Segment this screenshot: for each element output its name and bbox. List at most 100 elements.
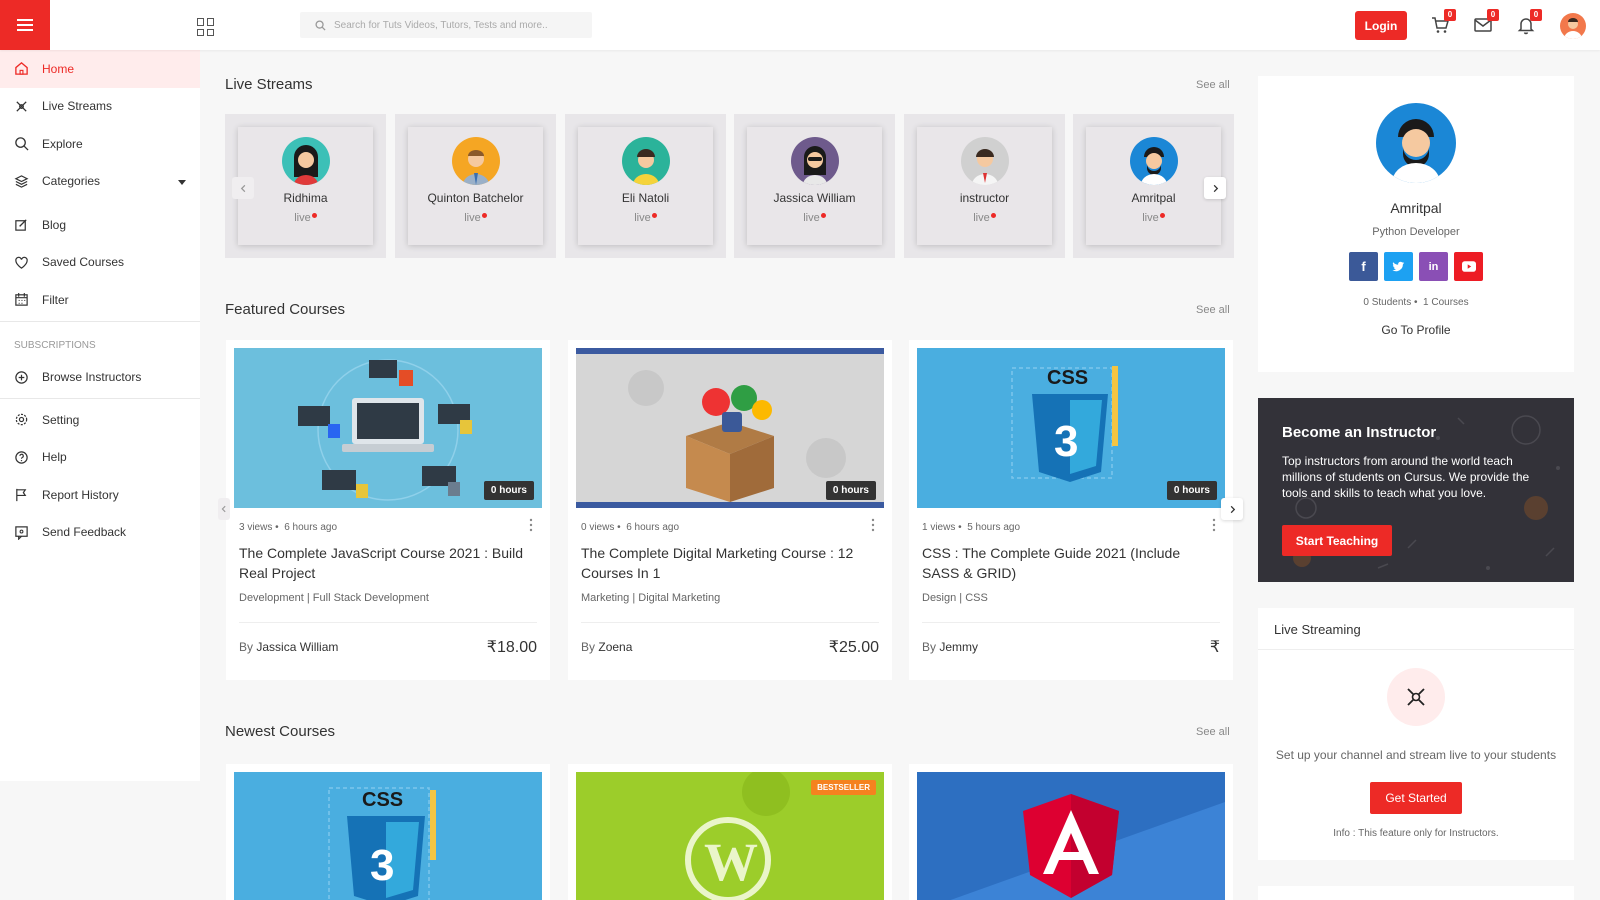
apps-grid-icon[interactable] bbox=[197, 18, 215, 36]
flag-icon bbox=[16, 489, 27, 502]
angular-illustration bbox=[917, 772, 1225, 900]
stream-card-inner: Jassica William live bbox=[747, 127, 882, 245]
male-avatar-icon bbox=[1392, 119, 1440, 183]
sidebar-item-browse-instructors[interactable]: Browse Instructors bbox=[0, 359, 200, 397]
stream-card-instructor[interactable]: instructor live bbox=[904, 114, 1065, 258]
profile-name[interactable]: Amritpal bbox=[1258, 200, 1574, 216]
hamburger-icon bbox=[17, 24, 33, 26]
course-card[interactable]: CSS 3 0 hours 1 views • 5 hours ago CSS … bbox=[909, 340, 1233, 680]
stream-card-inner: Amritpal live bbox=[1086, 127, 1221, 245]
sidebar-item-blog[interactable]: Blog bbox=[0, 206, 200, 244]
course-category[interactable]: Marketing | Digital Marketing bbox=[581, 592, 720, 604]
sidebar-item-live-streams[interactable]: Live Streams bbox=[0, 88, 200, 126]
course-author[interactable]: By Jemmy bbox=[922, 640, 978, 654]
cart-button[interactable]: 0 bbox=[1430, 9, 1456, 35]
course-category[interactable]: Design | CSS bbox=[922, 592, 988, 604]
course-card[interactable] bbox=[909, 764, 1233, 900]
more-options-icon[interactable] bbox=[871, 518, 875, 532]
stream-card-quinton-batchelor[interactable]: Quinton Batchelor live bbox=[395, 114, 556, 258]
course-card[interactable]: CSS 3 bbox=[226, 764, 550, 900]
search-bar[interactable] bbox=[300, 12, 592, 38]
sidebar-item-saved-courses[interactable]: Saved Courses bbox=[0, 244, 200, 282]
linkedin-icon: in bbox=[1428, 260, 1439, 273]
menu-toggle-button[interactable] bbox=[0, 0, 50, 50]
course-meta: 1 views • 5 hours ago bbox=[922, 522, 1021, 533]
live-dot-icon bbox=[311, 213, 317, 218]
sidebar-item-report-history[interactable]: Report History bbox=[0, 476, 200, 514]
sidebar-item-label: Saved Courses bbox=[42, 255, 125, 270]
facebook-button[interactable]: f bbox=[1349, 252, 1378, 281]
course-category[interactable]: Development | Full Stack Development bbox=[239, 592, 429, 604]
stream-card-inner: instructor live bbox=[917, 127, 1052, 245]
profile-avatar[interactable] bbox=[1376, 103, 1456, 183]
sidebar-item-setting[interactable]: Setting bbox=[0, 401, 200, 439]
stream-icon-circle bbox=[1387, 668, 1445, 726]
featured-prev-button[interactable] bbox=[218, 498, 230, 520]
sidebar: Home Live Streams Explore Categories Blo… bbox=[0, 50, 200, 781]
start-teaching-button[interactable]: Start Teaching bbox=[1282, 525, 1392, 556]
login-button[interactable]: Login bbox=[1355, 11, 1407, 40]
search-input[interactable] bbox=[334, 19, 574, 31]
streamer-name: Quinton Batchelor bbox=[427, 191, 524, 205]
male-avatar-icon bbox=[971, 149, 998, 185]
chevron-down-icon[interactable] bbox=[178, 179, 186, 185]
newest-see-all-link[interactable]: See all bbox=[1196, 726, 1230, 738]
get-started-button[interactable]: Get Started bbox=[1370, 782, 1462, 814]
streams-next-button[interactable] bbox=[1204, 177, 1226, 199]
stream-card-jassica-william[interactable]: Jassica William live bbox=[734, 114, 895, 258]
course-thumbnail[interactable]: CSS 3 bbox=[234, 772, 542, 900]
course-thumbnail[interactable]: 0 hours bbox=[576, 348, 884, 508]
streamer-avatar bbox=[451, 137, 500, 185]
live-indicator: live bbox=[917, 212, 1052, 224]
messages-button[interactable]: 0 bbox=[1473, 9, 1499, 35]
notifications-button[interactable]: 0 bbox=[1516, 9, 1542, 35]
sidebar-item-help[interactable]: Help bbox=[0, 439, 200, 477]
streamer-name: Ridhima bbox=[283, 191, 328, 205]
streamer-avatar bbox=[960, 137, 1009, 185]
course-title[interactable]: The Complete JavaScript Course 2021 : Bu… bbox=[239, 543, 535, 583]
featured-see-all-link[interactable]: See all bbox=[1196, 304, 1230, 316]
streams-prev-button[interactable] bbox=[232, 177, 254, 199]
course-author[interactable]: By Zoena bbox=[581, 640, 632, 654]
search-icon bbox=[15, 137, 29, 151]
stream-card-eli-natoli[interactable]: Eli Natoli live bbox=[565, 114, 726, 258]
sidebar-item-filter[interactable]: Filter bbox=[0, 281, 200, 319]
twitter-button[interactable] bbox=[1384, 252, 1413, 281]
youtube-button[interactable] bbox=[1454, 252, 1483, 281]
course-card[interactable]: W BESTSELLER bbox=[568, 764, 892, 900]
course-thumbnail[interactable]: W BESTSELLER bbox=[576, 772, 884, 900]
messages-badge: 0 bbox=[1487, 9, 1499, 21]
sidebar-item-send-feedback[interactable]: Send Feedback bbox=[0, 514, 200, 552]
sidebar-item-label: Report History bbox=[42, 487, 119, 502]
sidebar-item-explore[interactable]: Explore bbox=[0, 125, 200, 163]
streamer-avatar bbox=[281, 137, 330, 185]
live-indicator: live bbox=[747, 212, 882, 224]
female-avatar-icon bbox=[802, 146, 827, 185]
more-options-icon[interactable] bbox=[1212, 518, 1216, 532]
course-title[interactable]: The Complete Digital Marketing Course : … bbox=[581, 543, 877, 583]
user-avatar[interactable] bbox=[1560, 13, 1586, 39]
filter-icon bbox=[15, 293, 28, 306]
duration-badge: 0 hours bbox=[483, 481, 534, 500]
featured-next-button[interactable] bbox=[1221, 498, 1243, 520]
course-thumbnail[interactable]: CSS 3 0 hours bbox=[917, 348, 1225, 508]
course-thumbnail[interactable]: 0 hours bbox=[234, 348, 542, 508]
live-streams-see-all-link[interactable]: See all bbox=[1196, 79, 1230, 91]
course-card[interactable]: 0 hours 3 views • 6 hours ago The Comple… bbox=[226, 340, 550, 680]
course-thumbnail[interactable] bbox=[917, 772, 1225, 900]
course-author[interactable]: By Jassica William bbox=[239, 640, 338, 654]
course-card[interactable]: 0 hours 0 views • 6 hours ago The Comple… bbox=[568, 340, 892, 680]
course-divider bbox=[922, 622, 1220, 623]
sidebar-item-label: Help bbox=[42, 450, 67, 465]
user-avatar-icon bbox=[1564, 18, 1582, 39]
blog-icon bbox=[15, 219, 27, 231]
course-title[interactable]: CSS : The Complete Guide 2021 (Include S… bbox=[922, 543, 1218, 583]
cart-badge: 0 bbox=[1444, 9, 1456, 21]
more-options-icon[interactable] bbox=[529, 518, 533, 532]
chevron-left-icon bbox=[221, 505, 226, 513]
sidebar-item-home[interactable]: Home bbox=[0, 50, 200, 88]
go-to-profile-link[interactable]: Go To Profile bbox=[1258, 323, 1574, 337]
sidebar-item-categories[interactable]: Categories bbox=[0, 163, 200, 201]
linkedin-button[interactable]: in bbox=[1419, 252, 1448, 281]
profile-card: Amritpal Python Developer f in 0 Student… bbox=[1258, 76, 1574, 372]
